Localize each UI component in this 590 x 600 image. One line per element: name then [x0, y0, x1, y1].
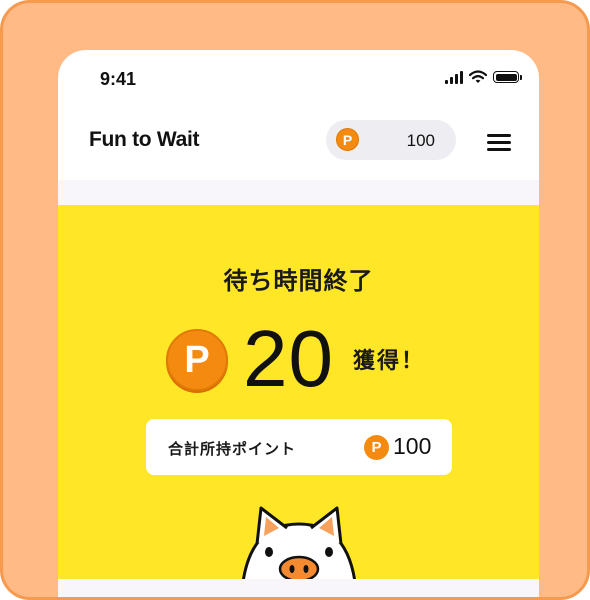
- phone-screen: 9:41 Fun to Wait P 100 待ち時間終了 P 20 獲得！ 合…: [58, 50, 539, 597]
- points-badge[interactable]: P 100: [326, 120, 456, 160]
- outer-frame: 9:41 Fun to Wait P 100 待ち時間終了 P 20 獲得！ 合…: [0, 0, 590, 600]
- total-points-value: 100: [393, 433, 432, 459]
- header-divider-strip: [58, 180, 539, 205]
- battery-icon: [493, 71, 522, 83]
- status-bar: 9:41: [58, 50, 539, 108]
- result-heading: 待ち時間終了: [223, 267, 374, 295]
- app-header: Fun to Wait P 100: [58, 108, 539, 180]
- total-points-card: 合計所持ポイント P 100: [146, 419, 452, 475]
- point-coin-icon: P: [336, 128, 359, 151]
- earned-points-value: 20: [243, 314, 334, 403]
- status-icons: [445, 70, 522, 84]
- cellular-signal-icon: [445, 70, 463, 84]
- app-title: Fun to Wait: [89, 128, 200, 151]
- result-panel: 待ち時間終了 P 20 獲得！ 合計所持ポイント P 100: [58, 205, 539, 597]
- points-balance: 100: [406, 131, 435, 150]
- point-coin-icon: P: [364, 435, 389, 460]
- status-time: 9:41: [100, 69, 137, 89]
- total-points-label: 合計所持ポイント: [168, 440, 297, 458]
- earned-label: 獲得！: [353, 349, 426, 374]
- bottom-sheet-edge: [58, 579, 539, 597]
- point-coin-icon: P: [166, 329, 228, 391]
- wifi-icon: [469, 70, 487, 83]
- hamburger-menu-icon[interactable]: [487, 134, 511, 152]
